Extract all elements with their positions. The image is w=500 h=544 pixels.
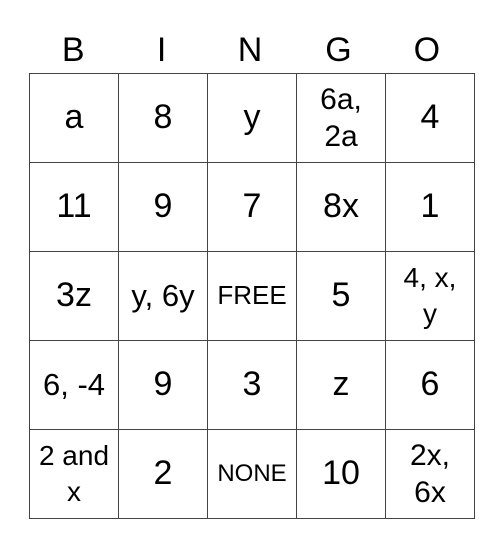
bingo-cell[interactable]: 8x [296, 162, 386, 252]
bingo-cell[interactable]: 7 [207, 162, 297, 252]
bingo-cell[interactable]: 3z [29, 251, 119, 341]
header-letter-b: B [61, 31, 85, 69]
bingo-cell[interactable]: NONE [207, 429, 297, 519]
bingo-row: 2 and x 2 NONE 10 2x, 6x [29, 429, 475, 519]
header-letter-n: N [237, 31, 263, 69]
bingo-cell[interactable]: 3 [207, 340, 297, 430]
free-space-cell[interactable]: FREE [207, 251, 297, 341]
bingo-cell[interactable]: 4, x, y [385, 251, 475, 341]
bingo-cell[interactable]: z [296, 340, 386, 430]
bingo-row: 11 9 7 8x 1 [29, 162, 475, 252]
bingo-cell[interactable]: 9 [118, 162, 208, 252]
bingo-cell[interactable]: 10 [296, 429, 386, 519]
bingo-row: 6, -4 9 3 z 6 [29, 340, 475, 430]
bingo-row: a 8 y 6a, 2a 4 [29, 73, 475, 163]
bingo-cell[interactable]: y [207, 73, 297, 163]
bingo-cell[interactable]: a [29, 73, 119, 163]
bingo-row: 3z y, 6y FREE 5 4, x, y [29, 251, 475, 341]
header-letter-o: O [413, 31, 441, 69]
bingo-header: B I N G O [29, 28, 471, 72]
bingo-cell[interactable]: 6 [385, 340, 475, 430]
bingo-cell[interactable]: 1 [385, 162, 475, 252]
bingo-cell[interactable]: 5 [296, 251, 386, 341]
bingo-cell[interactable]: 2 and x [29, 429, 119, 519]
bingo-cell[interactable]: 4 [385, 73, 475, 163]
header-letter-i: I [156, 31, 167, 69]
header-letter-g: G [325, 31, 352, 69]
bingo-cell[interactable]: 6a, 2a [296, 73, 386, 163]
bingo-cell[interactable]: 6, -4 [29, 340, 119, 430]
bingo-card: a 8 y 6a, 2a 4 11 9 7 8x 1 3z y, 6y FREE … [29, 73, 475, 519]
bingo-cell[interactable]: 9 [118, 340, 208, 430]
bingo-cell[interactable]: 11 [29, 162, 119, 252]
bingo-cell[interactable]: 2 [118, 429, 208, 519]
bingo-cell[interactable]: 8 [118, 73, 208, 163]
bingo-cell[interactable]: 2x, 6x [385, 429, 475, 519]
bingo-cell[interactable]: y, 6y [118, 251, 208, 341]
